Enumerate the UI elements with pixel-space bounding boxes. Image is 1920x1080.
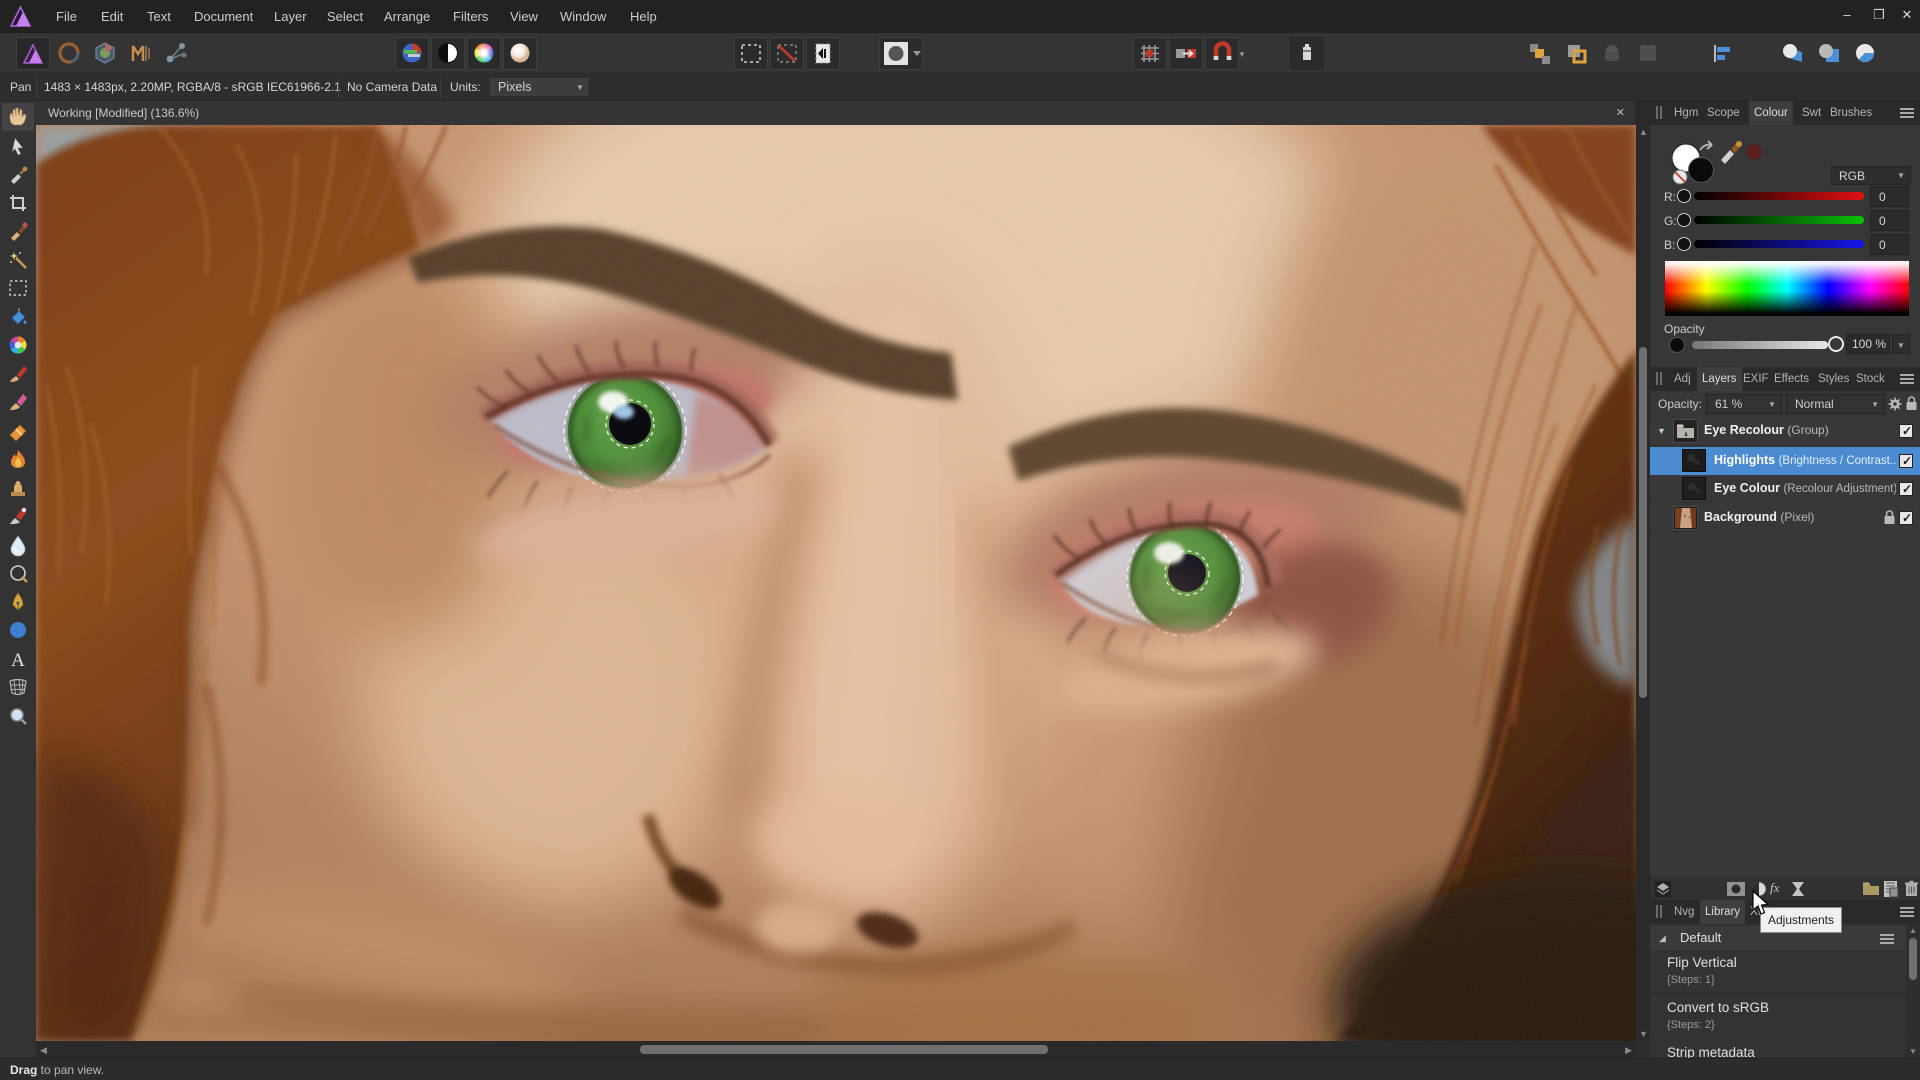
svg-text:A: A [11, 650, 25, 671]
